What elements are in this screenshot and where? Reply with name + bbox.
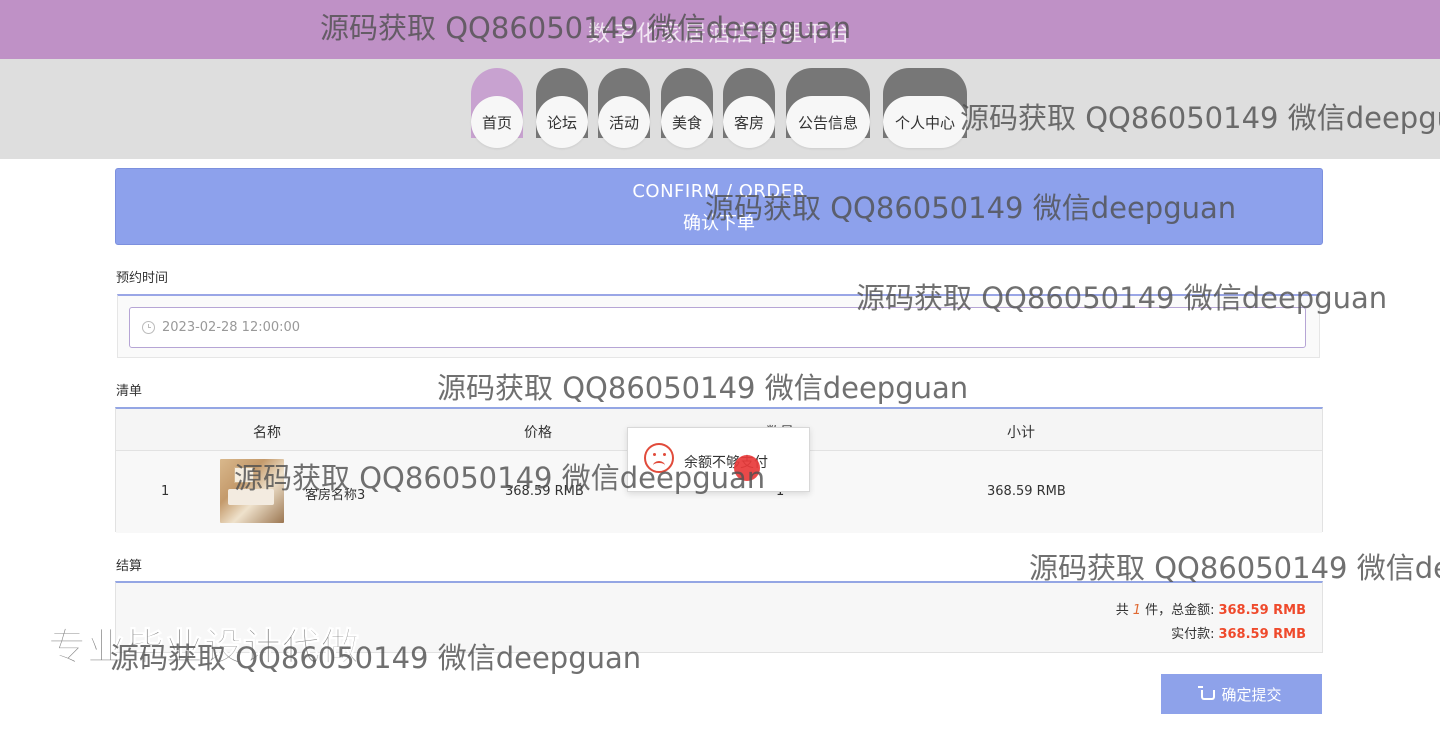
nav-activity-label[interactable]: 活动 — [598, 96, 650, 148]
row-index: 1 — [161, 484, 170, 499]
watermark: 源码获取 QQ86050149 微信deepguan — [437, 371, 969, 405]
nav-forum[interactable]: 论坛 — [536, 68, 588, 148]
nav-home[interactable]: 首页 — [471, 68, 523, 148]
site-title: 数字化家居酒店管理平台 — [587, 22, 852, 47]
submit-label: 确定提交 — [1221, 686, 1282, 704]
header-price: 价格 — [524, 425, 552, 441]
row-name: 客房名称3 — [305, 488, 366, 503]
row-subtotal: 368.59 RMB — [987, 484, 1066, 499]
banner-title-cn: 确认下单 — [683, 213, 755, 234]
paid-amount: 368.59 RMB — [1218, 627, 1306, 642]
row-price: 368.59 RMB — [505, 484, 584, 499]
nav-profile-label[interactable]: 个人中心 — [883, 96, 967, 148]
cursor-indicator — [734, 455, 760, 481]
nav-profile[interactable]: 个人中心 — [883, 68, 967, 148]
total-amount: 368.59 RMB — [1218, 603, 1306, 618]
clock-icon — [142, 321, 155, 334]
header-subtotal: 小计 — [1007, 425, 1035, 441]
total-mid: 件，总金额: — [1145, 603, 1215, 618]
nav-home-label[interactable]: 首页 — [471, 96, 523, 148]
nav-food-label[interactable]: 美食 — [661, 96, 713, 148]
nav-forum-label[interactable]: 论坛 — [536, 96, 588, 148]
sad-face-icon — [644, 443, 674, 473]
appointment-time-value: 2023-02-28 12:00:00 — [162, 320, 301, 335]
main-nav: 首页 论坛 活动 美食 客房 公告信息 个人中心 — [0, 59, 1440, 159]
nav-rooms-label[interactable]: 客房 — [723, 96, 775, 148]
confirm-order-banner: CONFIRM / ORDER 确认下单 — [115, 168, 1323, 245]
submit-order-button[interactable]: 确定提交 — [1161, 674, 1322, 714]
item-count: 1 — [1132, 603, 1142, 618]
nav-notice-label[interactable]: 公告信息 — [786, 96, 870, 148]
appointment-time-input[interactable]: 2023-02-28 12:00:00 — [129, 307, 1306, 348]
appointment-label: 预约时间 — [116, 271, 169, 286]
cart-icon — [1198, 686, 1216, 700]
settlement-label: 结算 — [116, 559, 143, 574]
total-prefix: 共 — [1115, 603, 1129, 618]
room-thumbnail — [220, 459, 284, 523]
top-header: 数字化家居酒店管理平台 — [0, 0, 1440, 59]
nav-notice[interactable]: 公告信息 — [786, 68, 870, 148]
paid-line: 实付款: 368.59 RMB — [1171, 623, 1306, 642]
error-toast: 余额不够支付 — [627, 427, 810, 492]
order-list-label: 清单 — [116, 384, 143, 399]
banner-title-en: CONFIRM / ORDER — [632, 181, 806, 202]
appointment-panel: 2023-02-28 12:00:00 — [117, 294, 1320, 358]
promo-stamp: 专业毕业设计代做 — [47, 625, 361, 670]
nav-food[interactable]: 美食 — [661, 68, 713, 148]
nav-rooms[interactable]: 客房 — [723, 68, 775, 148]
paid-label: 实付款: — [1171, 627, 1215, 642]
header-name: 名称 — [253, 425, 281, 441]
total-line: 共 1 件，总金额: 368.59 RMB — [1116, 599, 1306, 618]
nav-activity[interactable]: 活动 — [598, 68, 650, 148]
